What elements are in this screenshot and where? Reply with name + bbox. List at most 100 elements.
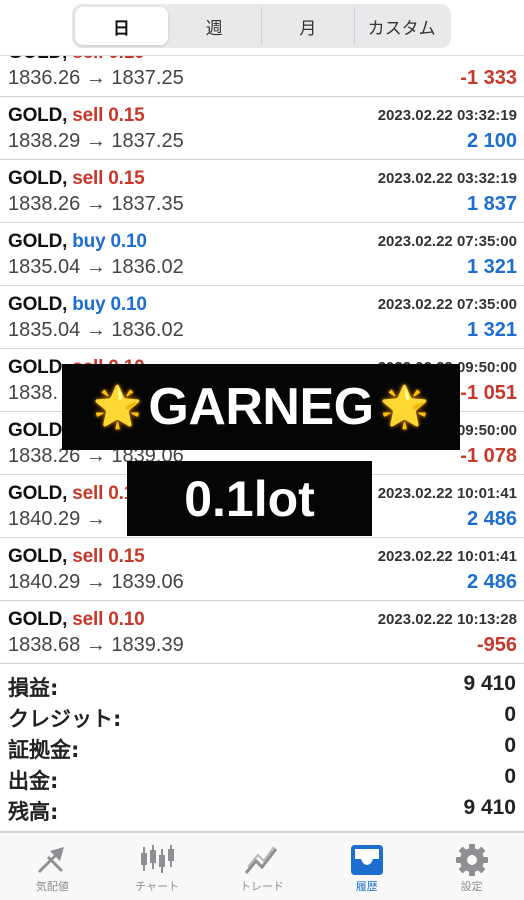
star-icon: 🌟 [92, 384, 143, 430]
deal-symbol-name: GOLD, [8, 483, 68, 504]
star-icon: 🌟 [379, 384, 430, 430]
deal-profit: -1 078 [460, 445, 517, 467]
deal-row[interactable]: GOLD, buy 0.10 2023.02.22 07:35:00 1835.04… [0, 223, 524, 286]
deal-close-price: 1836.02 [111, 256, 184, 278]
promo-title: GARNEG [148, 378, 374, 436]
summary-value: 0 [504, 703, 516, 726]
period-segmented-control: 日 週 月 カスタム [72, 4, 451, 48]
tab-quotes-label: 気配値 [35, 880, 69, 893]
deal-direction-label: sell [72, 168, 104, 189]
deal-symbol: GOLD, sell 0.10 [8, 609, 145, 631]
promo-title-banner: 🌟 GARNEG 🌟 [62, 364, 460, 450]
deal-direction: sell 0.15 [72, 105, 144, 126]
deal-time: 2023.02.22 07:35:00 [377, 296, 517, 313]
deal-open-price: 1838.29 [8, 130, 81, 152]
deal-direction-label: buy [72, 294, 106, 315]
deal-symbol-name: GOLD, [8, 420, 68, 441]
history-icon [350, 845, 383, 875]
summary-label: 残高: [8, 800, 59, 824]
tab-chart[interactable]: チャート [105, 833, 210, 900]
tab-history[interactable]: 履歴 [314, 833, 419, 900]
arrow-icon: → [85, 508, 106, 530]
deal-open-price: 1835.04 [8, 319, 81, 341]
quotes-icon [38, 847, 65, 873]
deal-time: 2023.02.22 10:13:28 [377, 611, 517, 628]
segment-custom[interactable]: カスタム [355, 7, 448, 45]
deal-row[interactable]: GOLD, sell 0.15 2023.02.22 03:32:19 1838.2… [0, 97, 524, 160]
segment-week[interactable]: 週 [168, 7, 262, 45]
summary-value: 9 410 [463, 796, 516, 819]
deal-symbol-name: GOLD, [8, 357, 68, 378]
deal-lot: 0.15 [108, 546, 145, 567]
deal-symbol-name: GOLD, [8, 105, 68, 126]
deal-profit: 2 100 [466, 130, 517, 152]
deal-row[interactable]: GOLD, sell 0.15 2023.02.22 03:32:19 1838.2… [0, 160, 524, 223]
deal-profit: -956 [476, 634, 517, 656]
arrow-icon: → [85, 256, 106, 278]
deal-close-price: 1836.02 [111, 319, 184, 341]
period-header: 日 週 月 カスタム [0, 0, 524, 56]
deal-time: 2023.02.22 03:32:19 [377, 170, 517, 187]
tab-quotes[interactable]: 気配値 [0, 833, 105, 900]
deal-open-price: 1840.29 [8, 508, 81, 530]
deal-time: 2023.02.22 03:32:19 [377, 107, 517, 124]
deal-lot: 0.15 [108, 105, 145, 126]
deal-open-price: 1835.04 [8, 256, 81, 278]
deal-row[interactable]: GOLD, sell 0.15 2023.02.22 10:01:41 1840.2… [0, 538, 524, 601]
arrow-icon: → [85, 193, 106, 215]
promo-lot-banner: 0.1lot [127, 461, 372, 536]
deal-direction-label: buy [72, 231, 106, 252]
deal-row[interactable]: GOLD, sell 0.10 2023.02.22 10:13:28 1838.6… [0, 601, 524, 664]
arrow-icon: → [85, 571, 106, 593]
deal-symbol: GOLD, sell 0.15 [8, 168, 145, 190]
segment-day[interactable]: 日 [75, 7, 168, 45]
deal-lot: 0.10 [110, 231, 147, 252]
deal-close-price: 1839.39 [111, 634, 184, 656]
deal-direction-label: sell [72, 609, 104, 630]
deal-symbol-name: GOLD, [8, 294, 68, 315]
tab-trade[interactable]: トレード [210, 833, 315, 900]
tab-settings[interactable]: 設定 [419, 833, 524, 900]
tab-chart-label: チャート [135, 880, 180, 893]
deal-direction-label: sell [72, 483, 104, 504]
summary-label: 出金: [8, 769, 59, 793]
deal-prices: 1840.29 → 1839.06 [8, 571, 184, 594]
arrow-icon: → [85, 634, 106, 656]
deal-open-price: 1836.26 [8, 67, 81, 89]
tab-history-label: 履歴 [355, 880, 378, 893]
deal-symbol: GOLD, [8, 420, 67, 442]
summary-label: 証拠金: [8, 738, 80, 762]
deal-direction: buy 0.10 [72, 231, 147, 252]
deal-symbol-name: GOLD, [8, 231, 68, 252]
summary-value: 9 410 [463, 672, 516, 695]
deal-time: 2023.02.22 10:01:41 [377, 548, 517, 565]
deal-profit: 1 837 [466, 193, 517, 215]
segment-month[interactable]: 月 [262, 7, 356, 45]
arrow-icon: → [85, 67, 106, 89]
deal-close-price: 1837.25 [111, 67, 184, 89]
summary-row: 残高: 9 410 [0, 792, 524, 824]
deal-direction: sell 0.15 [72, 168, 144, 189]
deal-symbol-name: GOLD, [8, 168, 68, 189]
trade-icon [244, 846, 278, 874]
deal-close-price: 1837.25 [111, 130, 184, 152]
deal-open-price: 1840.29 [8, 571, 81, 593]
tab-settings-label: 設定 [460, 880, 483, 893]
deal-profit: 1 321 [466, 319, 517, 341]
deal-prices: 1835.04 → 1836.02 [8, 319, 184, 342]
deal-symbol: GOLD, buy 0.10 [8, 231, 147, 253]
deal-profit: -1 051 [460, 382, 517, 404]
deal-direction-label: sell [72, 546, 104, 567]
tab-trade-label: トレード [239, 880, 284, 893]
summary-label: 損益: [8, 676, 59, 700]
summary-row: 出金: 0 [0, 761, 524, 793]
deal-list: GOLD, sell 0.10 1836.26 → 1837.25 -1 333 GO… [0, 34, 524, 664]
deal-row[interactable]: GOLD, buy 0.10 2023.02.22 07:35:00 1835.04… [0, 286, 524, 349]
summary-label: クレジット: [8, 707, 122, 731]
deal-close-price: 1837.35 [111, 193, 184, 215]
deal-direction-label: sell [72, 105, 104, 126]
arrow-icon: → [85, 130, 106, 152]
summary-row: クレジット: 0 [0, 699, 524, 731]
deal-symbol: GOLD, buy 0.10 [8, 294, 147, 316]
deal-direction: sell 0.15 [72, 546, 144, 567]
